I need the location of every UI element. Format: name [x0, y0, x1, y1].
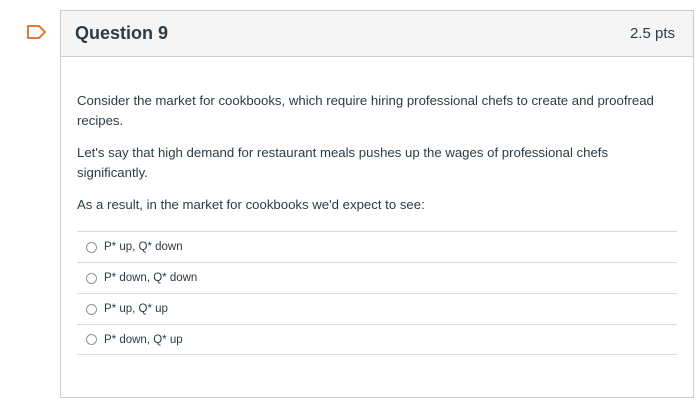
- question-body: Consider the market for cookbooks, which…: [61, 57, 693, 355]
- answer-label: P* up, Q* down: [104, 241, 183, 253]
- question-card: Question 9 2.5 pts Consider the market f…: [60, 10, 694, 398]
- radio-button[interactable]: [86, 241, 97, 253]
- answer-list: P* up, Q* down P* down, Q* down P* up, Q…: [77, 231, 677, 355]
- question-text-3: As a result, in the market for cookbooks…: [77, 197, 425, 212]
- answer-label: P* down, Q* up: [104, 333, 183, 346]
- question-points: 2.5 pts: [629, 25, 675, 42]
- question-text-2: Let's say that high demand for restauran…: [77, 145, 609, 180]
- answer-label: P* up, Q* up: [104, 303, 168, 315]
- radio-button[interactable]: [86, 334, 97, 345]
- question-text-1: Consider the market for cookbooks, which…: [77, 93, 654, 128]
- flag-question-icon[interactable]: [26, 24, 48, 40]
- answer-option[interactable]: P* down, Q* down: [77, 262, 677, 293]
- answer-option[interactable]: P* up, Q* down: [77, 231, 677, 262]
- question-title: Question 9: [75, 23, 169, 43]
- question-header: Question 9 2.5 pts: [61, 11, 693, 57]
- answer-label: P* down, Q* down: [104, 272, 198, 284]
- radio-button[interactable]: [86, 303, 97, 315]
- answer-option[interactable]: P* up, Q* up: [77, 293, 677, 324]
- answer-option[interactable]: P* down, Q* up: [77, 324, 677, 355]
- radio-button[interactable]: [86, 272, 97, 284]
